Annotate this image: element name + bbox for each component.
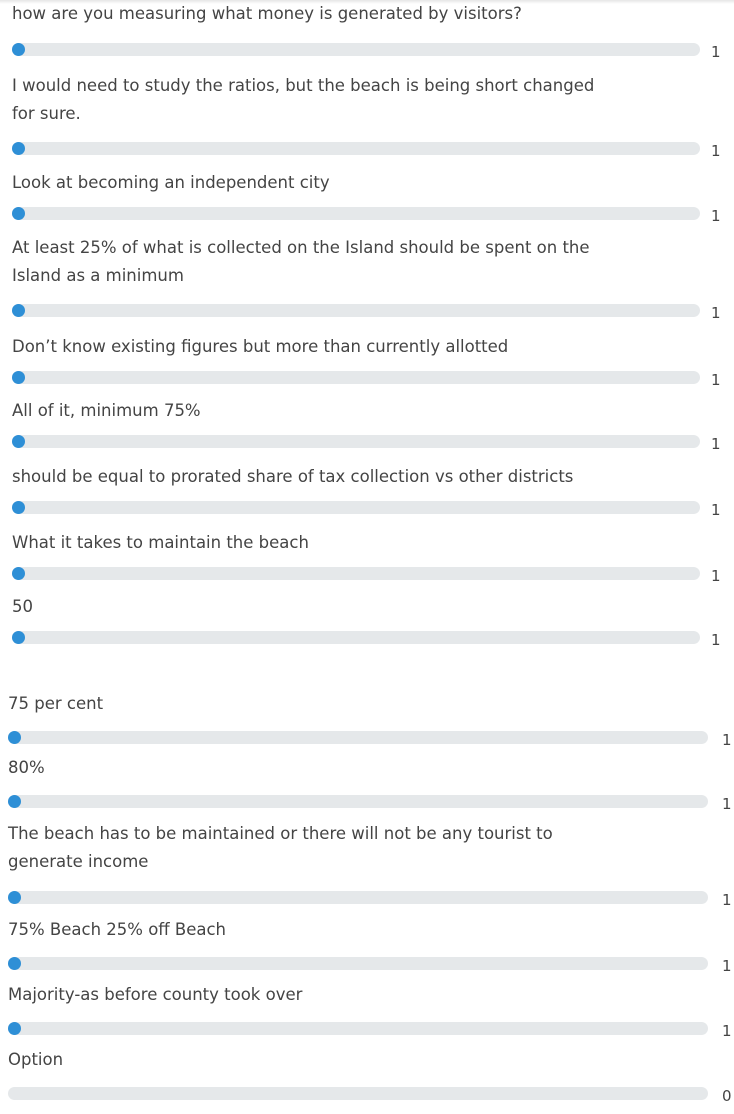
poll-vote-count: 1 (711, 304, 721, 322)
poll-result-bar (8, 891, 708, 904)
poll-option-label: 50 (12, 597, 33, 616)
poll-option-label: At least 25% of what is collected on the… (12, 238, 590, 285)
poll-result-bar (12, 142, 700, 155)
poll-result-bar (12, 435, 700, 448)
poll-result-fill (12, 304, 25, 317)
poll-vote-count: 1 (711, 567, 721, 585)
poll-option-label: should be equal to prorated share of tax… (12, 467, 574, 486)
poll-result-fill (12, 631, 25, 644)
poll-result-bar (8, 731, 708, 744)
poll-vote-count: 1 (711, 631, 721, 649)
poll-vote-count: 1 (722, 1022, 732, 1040)
poll-vote-count: 1 (711, 207, 721, 225)
poll-result-fill (12, 207, 25, 220)
poll-vote-count: 1 (722, 731, 732, 749)
poll-result-bar (12, 567, 700, 580)
poll-option-label: I would need to study the ratios, but th… (12, 76, 595, 123)
poll-option-label: Option (8, 1050, 64, 1069)
poll-result-bar (12, 207, 700, 220)
poll-option-label: All of it, minimum 75% (12, 401, 201, 420)
poll-result-fill (8, 957, 21, 970)
poll-vote-count: 1 (722, 957, 732, 975)
poll-result-fill (12, 371, 25, 384)
poll-vote-count: 1 (711, 142, 721, 160)
poll-vote-count: 1 (711, 501, 721, 519)
poll-result-fill (8, 795, 21, 808)
poll-result-bar (12, 304, 700, 317)
poll-result-bar (12, 501, 700, 514)
poll-vote-count: 1 (711, 435, 721, 453)
poll-vote-count: 1 (722, 795, 732, 813)
poll-option-label: What it takes to maintain the beach (12, 533, 309, 552)
poll-result-fill (12, 142, 25, 155)
poll-result-fill (12, 567, 25, 580)
poll-result-bar (8, 957, 708, 970)
poll-option-label: 80% (8, 758, 45, 777)
poll-option-label: 75 per cent (8, 694, 104, 713)
poll-option-label: Look at becoming an independent city (12, 173, 330, 192)
poll-result-fill (8, 891, 21, 904)
poll-result-fill (8, 1022, 21, 1035)
poll-option-label: Don’t know existing figures but more tha… (12, 337, 509, 356)
poll-option-label: 75% Beach 25% off Beach (8, 920, 227, 939)
poll-result-fill (12, 435, 25, 448)
poll-result-bar (8, 1022, 708, 1035)
poll-option-label: The beach has to be maintained or there … (8, 824, 553, 871)
poll-option-label: how are you measuring what money is gene… (12, 4, 522, 23)
poll-result-bar (12, 43, 700, 56)
poll-vote-count: 1 (711, 43, 721, 61)
poll-result-fill (12, 501, 25, 514)
poll-vote-count: 1 (722, 891, 732, 909)
poll-results-section-1: how are you measuring what money is gene… (0, 0, 734, 660)
poll-option-label: Majority-as before county took over (8, 985, 303, 1004)
poll-result-bar (12, 371, 700, 384)
poll-vote-count: 0 (722, 1087, 732, 1105)
poll-result-bar (12, 631, 700, 644)
poll-result-fill (12, 43, 25, 56)
poll-vote-count: 1 (711, 371, 721, 389)
poll-results-section-2: 75 per cent 1 80% 1 The beach has to be … (0, 690, 734, 1114)
poll-result-fill (8, 731, 21, 744)
poll-result-bar (8, 1087, 708, 1100)
poll-result-bar (8, 795, 708, 808)
